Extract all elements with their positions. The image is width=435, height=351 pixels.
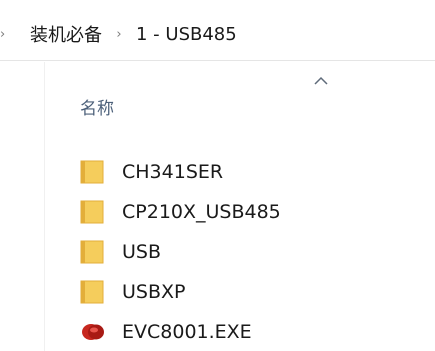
application-icon [80, 319, 110, 345]
list-item[interactable]: CP210X_USB485 [80, 192, 281, 232]
file-explorer-window: › 装机必备 › 1 - USB485 名称 CH341SER CP210X_U… [0, 0, 435, 351]
breadcrumb-separator-icon[interactable]: › [104, 27, 134, 42]
file-name: USBXP [122, 281, 186, 303]
list-item[interactable]: USBXP [80, 272, 281, 312]
file-name: CH341SER [122, 161, 224, 183]
file-list-pane: 名称 CH341SER CP210X_USB485 USB USBXP EVC8… [0, 62, 435, 351]
list-item[interactable]: USB [80, 232, 281, 272]
column-header-name[interactable]: 名称 [80, 94, 114, 119]
list-item[interactable]: CH341SER [80, 152, 281, 192]
file-name: CP210X_USB485 [122, 201, 281, 223]
file-name: EVC8001.EXE [122, 321, 252, 343]
file-list: CH341SER CP210X_USB485 USB USBXP EVC8001… [80, 152, 281, 351]
folder-icon [80, 239, 110, 265]
chevron-up-icon[interactable] [314, 76, 328, 86]
folder-icon [80, 279, 110, 305]
navigation-pane-divider [44, 62, 45, 351]
breadcrumb-item-usb485[interactable]: 1 - USB485 [134, 24, 239, 45]
folder-icon [80, 199, 110, 225]
folder-icon [80, 159, 110, 185]
file-name: USB [122, 241, 162, 263]
breadcrumb: › 装机必备 › 1 - USB485 [0, 8, 239, 60]
address-bar[interactable]: › 装机必备 › 1 - USB485 [0, 8, 435, 61]
breadcrumb-separator-icon[interactable]: › [0, 27, 28, 42]
list-item[interactable]: EVC8001.EXE [80, 312, 281, 351]
breadcrumb-item-install-essentials[interactable]: 装机必备 [28, 21, 104, 47]
